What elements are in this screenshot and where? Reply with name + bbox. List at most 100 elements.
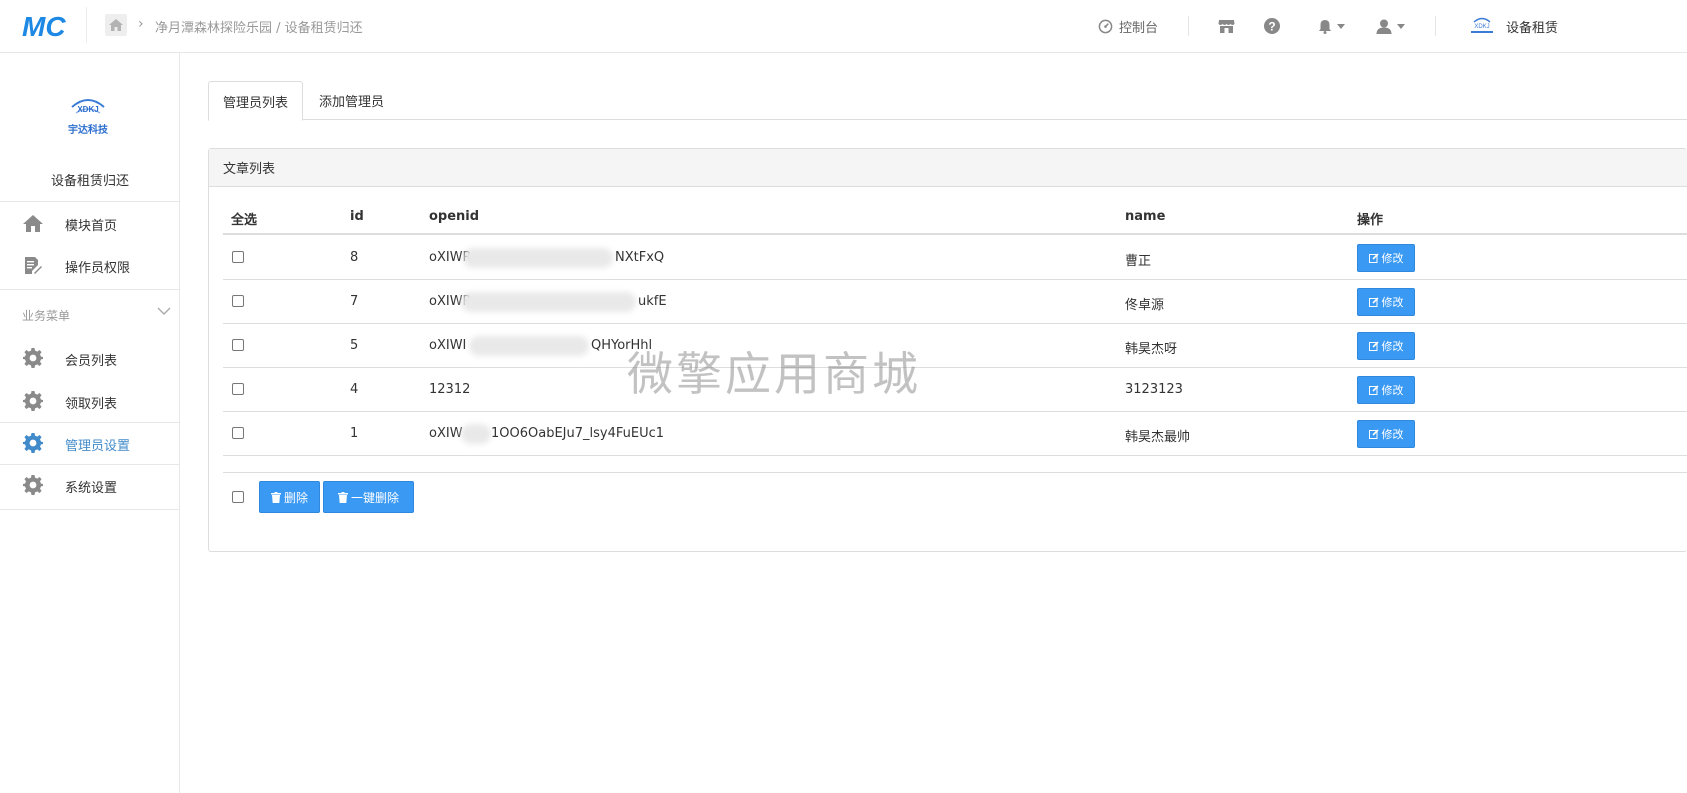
gear-icon [23, 391, 43, 411]
svg-text:?: ? [1268, 20, 1275, 34]
notifications-dropdown[interactable] [1318, 0, 1345, 52]
row-checkbox[interactable] [232, 339, 244, 351]
sidebar-item-members[interactable]: 会员列表 [0, 337, 180, 379]
edit-icon [1368, 429, 1379, 439]
logo-divider [86, 7, 87, 43]
delete-all-button[interactable]: 一键删除 [323, 481, 414, 513]
cell-openid-start: oXIW [429, 426, 463, 441]
edit-label: 修改 [1381, 252, 1404, 265]
console-label: 控制台 [1119, 20, 1159, 36]
column-name: name [1125, 209, 1166, 224]
cell-id: 8 [350, 250, 359, 265]
chevron-right-icon: › [138, 16, 144, 32]
tab-add-admin[interactable]: 添加管理员 [305, 81, 398, 120]
column-select-all[interactable]: 全选 [231, 209, 257, 228]
row-checkbox[interactable] [232, 295, 244, 307]
edit-button[interactable]: 修改 [1357, 420, 1415, 448]
delete-all-label: 一键删除 [350, 490, 399, 505]
cell-openid-end: 1OO6OabEJu7_lsy4FuEUc1 [491, 426, 665, 441]
chevron-down-icon [1337, 23, 1345, 29]
cell-openid-end: NXtFxQ [615, 250, 665, 265]
console-link[interactable]: 控制台 [1098, 0, 1158, 52]
table-header: 全选 id openid name 操作 [223, 199, 1687, 235]
sidebar-item-label: 模块首页 [65, 219, 118, 234]
sidebar-item-admin-settings[interactable]: 管理员设置 [0, 422, 180, 464]
row-checkbox[interactable] [232, 427, 244, 439]
sidebar-item-operator-permissions[interactable]: 操作员权限 [0, 244, 180, 286]
company-logo: XDKJ 宇达科技 [68, 99, 109, 136]
dashboard-icon [1098, 19, 1113, 33]
edit-icon [1368, 341, 1379, 351]
edit-label: 修改 [1381, 384, 1404, 397]
sidebar-item-label: 会员列表 [65, 354, 118, 369]
column-actions: 操作 [1357, 213, 1384, 228]
row-checkbox[interactable] [232, 251, 244, 263]
chevron-down-icon [1397, 23, 1405, 29]
redaction-blur [461, 292, 636, 312]
redaction-blur [461, 424, 491, 444]
redaction-blur [469, 336, 589, 356]
edit-button[interactable]: 修改 [1357, 376, 1415, 404]
cell-id: 4 [350, 382, 359, 397]
edit-label: 修改 [1381, 428, 1404, 441]
cell-name: 曹正 [1125, 254, 1152, 269]
sidebar-item-label: 系统设置 [65, 481, 118, 496]
cell-id: 1 [350, 426, 359, 441]
edit-button[interactable]: 修改 [1357, 288, 1415, 316]
gear-icon [23, 348, 43, 368]
mc-logo[interactable]: MC [22, 12, 68, 40]
cell-id: 7 [350, 294, 359, 309]
delete-label: 删除 [283, 490, 308, 505]
column-openid: openid [429, 209, 480, 224]
user-dropdown[interactable] [1376, 0, 1405, 52]
edit-doc-icon [23, 255, 43, 275]
column-id: id [350, 209, 364, 224]
svg-text:MC: MC [22, 12, 66, 40]
cell-openid: 12312 [429, 382, 471, 397]
sidebar-item-label: 管理员设置 [65, 439, 131, 454]
home-icon[interactable] [105, 14, 127, 36]
cell-name: 韩昊杰最帅 [1125, 430, 1191, 445]
top-navbar: MC › 净月潭森林探险乐园 / 设备租赁归还 控制台 ? XDKJ 设备租赁 [0, 0, 1687, 53]
group-label: 业务菜单 [22, 309, 71, 323]
divider [0, 509, 180, 510]
sidebar-item-label: 操作员权限 [65, 261, 131, 276]
table-row: 7 oXIWR ukfE 佟卓源 修改 [223, 280, 1687, 324]
sidebar: XDKJ 宇达科技 设备租赁归还 模块首页 操作员权限 业务菜单 会员列表 领取… [0, 53, 180, 793]
brand-switcher[interactable]: XDKJ 设备租赁 [1468, 0, 1558, 52]
breadcrumb[interactable]: 净月潭森林探险乐园 / 设备租赁归还 [155, 17, 363, 36]
help-icon[interactable]: ? [1264, 0, 1280, 52]
svg-text:XDKJ: XDKJ [1474, 24, 1489, 30]
row-checkbox[interactable] [232, 383, 244, 395]
bell-icon [1319, 19, 1331, 34]
cell-name: 佟卓源 [1125, 298, 1165, 313]
store-icon[interactable] [1218, 0, 1235, 52]
redaction-blur [463, 248, 613, 268]
gear-icon [23, 433, 43, 453]
table-row: 8 oXIWR NXtFxQ 曹正 修改 [223, 236, 1687, 280]
sidebar-item-module-home[interactable]: 模块首页 [0, 202, 180, 244]
cell-name: 3123123 [1125, 382, 1183, 397]
tab-admin-list[interactable]: 管理员列表 [208, 81, 304, 121]
tab-bar: 管理员列表 添加管理员 [208, 81, 1687, 121]
sidebar-item-claims[interactable]: 领取列表 [0, 380, 180, 422]
home-icon [23, 213, 43, 233]
select-all-checkbox[interactable] [232, 491, 244, 503]
module-title: 设备租赁归还 [50, 174, 129, 189]
edit-icon [1368, 385, 1379, 395]
edit-icon [1368, 253, 1379, 263]
cell-openid-end: QHYorHhl [591, 338, 653, 353]
trash-icon [337, 491, 348, 503]
sidebar-item-system-settings[interactable]: 系统设置 [0, 464, 180, 506]
edit-button[interactable]: 修改 [1357, 244, 1415, 272]
cell-openid-end: ukfE [638, 294, 667, 309]
toolbar-divider [1188, 16, 1189, 36]
panel-title: 文章列表 [209, 149, 1687, 187]
business-menu-group[interactable]: 业务菜单 [0, 303, 180, 329]
delete-button[interactable]: 删除 [259, 481, 320, 513]
edit-label: 修改 [1381, 340, 1404, 353]
brand-logo: XDKJ [1471, 17, 1493, 33]
toolbar-divider [1435, 16, 1436, 36]
divider [0, 289, 180, 290]
edit-button[interactable]: 修改 [1357, 332, 1415, 360]
